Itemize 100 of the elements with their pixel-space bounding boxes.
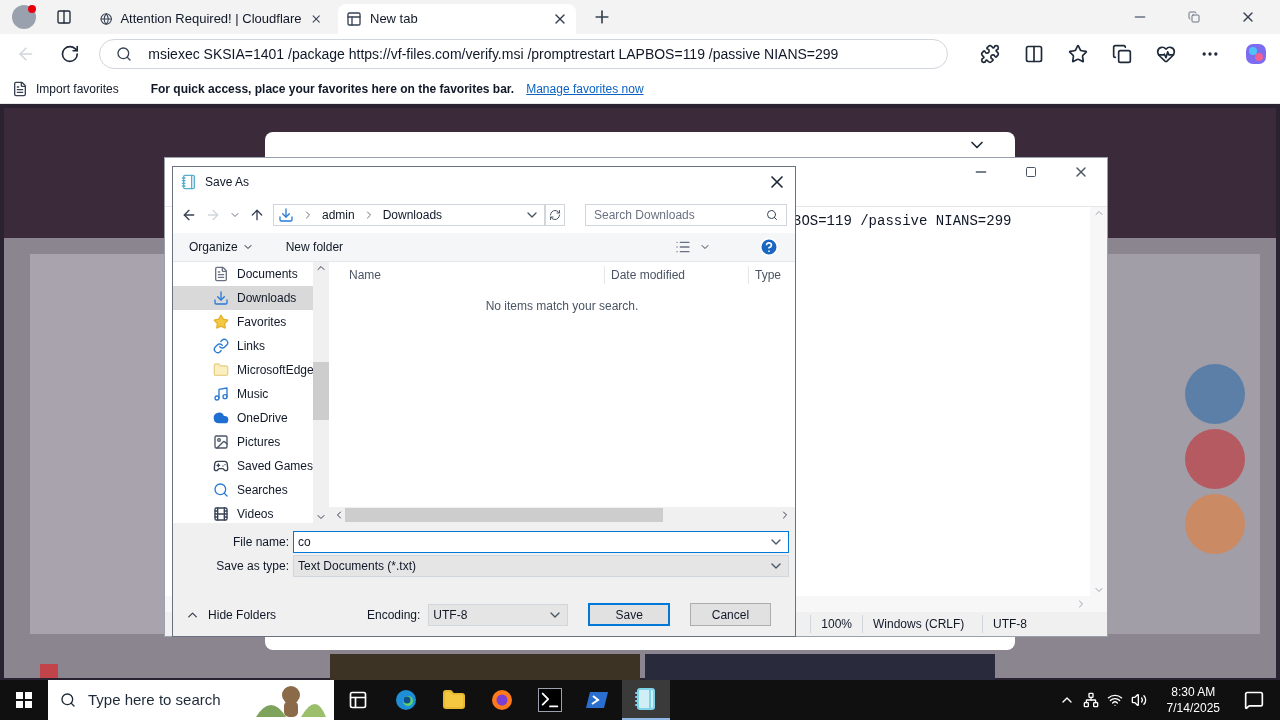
save-button[interactable]: Save [588, 603, 670, 626]
collections-icon[interactable] [1112, 44, 1132, 64]
folder-tree-item[interactable]: Favorites [173, 310, 313, 334]
horizontal-scrollbar[interactable] [329, 507, 795, 523]
folder-icon [442, 688, 466, 712]
new-tab-icon [346, 11, 362, 27]
tab-actions-icon[interactable] [56, 9, 72, 25]
wifi-icon[interactable] [1106, 692, 1123, 708]
scroll-thumb[interactable] [313, 362, 329, 420]
clock[interactable]: 8:30 AM 7/14/2025 [1158, 684, 1228, 716]
column-header[interactable]: Name [329, 266, 605, 284]
folder-tree-item[interactable]: OneDrive [173, 406, 313, 430]
volume-icon[interactable] [1130, 692, 1147, 708]
image-icon [213, 434, 229, 450]
search-placeholder: Search Downloads [594, 207, 696, 224]
task-view-icon [348, 690, 368, 710]
encoding-label: Encoding: [366, 606, 421, 624]
cancel-button[interactable]: Cancel [689, 603, 771, 626]
file-type-label: Save as type: [215, 558, 290, 575]
file-name-label: File name: [231, 534, 290, 551]
folder-tree-item[interactable]: Searches [173, 478, 313, 502]
editor-text: 3OS=119 /passive NIANS=299 [793, 213, 1012, 229]
folder-tree-item[interactable]: Documents [173, 262, 313, 286]
globe-icon [100, 11, 113, 27]
organize-button[interactable]: Organize [189, 238, 254, 256]
notifications-icon[interactable] [1244, 690, 1264, 710]
browser-logo-icon [394, 688, 418, 712]
browser-tab[interactable]: Attention Required! | Cloudflare [92, 4, 330, 34]
taskbar-search-field[interactable]: Type here to search [48, 680, 334, 720]
profile-avatar[interactable] [12, 5, 36, 29]
import-icon [12, 80, 28, 97]
maximize-icon[interactable] [1025, 166, 1037, 178]
reload-icon[interactable] [59, 44, 80, 64]
browser-tab[interactable]: New tab [338, 4, 576, 34]
fox-globe-icon [490, 688, 514, 712]
heart-pulse-icon[interactable] [1156, 44, 1176, 64]
status-text: 100% [810, 615, 862, 633]
refresh-button[interactable] [545, 204, 565, 226]
search-field[interactable]: Search Downloads [585, 204, 787, 226]
search-highlight-drawing [256, 683, 326, 717]
download-icon [278, 207, 294, 223]
column-header[interactable]: Type [749, 266, 781, 284]
column-header[interactable]: Date modified [605, 266, 749, 284]
link-icon [213, 338, 229, 354]
file-type-dropdown[interactable]: Text Documents (*.txt) [293, 555, 789, 577]
manage-favorites-link[interactable]: Manage favorites now [526, 79, 644, 98]
encoding-dropdown[interactable]: UTF-8 [428, 603, 569, 626]
copilot-logo-icon[interactable] [1244, 42, 1268, 66]
file-name-field[interactable]: co [293, 531, 789, 553]
tab-title: New tab [370, 10, 419, 29]
search-placeholder: Type here to search [88, 689, 221, 710]
windows-logo-icon [16, 692, 32, 708]
music-icon [213, 386, 229, 402]
new-folder-button[interactable]: New folder [285, 238, 344, 256]
breadcrumb-item[interactable]: admin [322, 206, 355, 224]
up-icon[interactable] [249, 207, 265, 223]
folder-tree-item[interactable]: MicrosoftEdge [173, 358, 313, 382]
scroll-thumb[interactable] [345, 508, 663, 522]
favorites-icon[interactable] [1068, 44, 1088, 64]
help-icon[interactable] [759, 237, 779, 257]
path-bar[interactable]: admin Downloads [273, 204, 545, 226]
refresh-icon [549, 209, 561, 221]
terminal-icon [538, 688, 562, 712]
file-name-value: co [298, 534, 312, 551]
cloud-icon [213, 410, 229, 426]
dialog-title: Save As [205, 174, 251, 191]
search-icon [213, 482, 229, 498]
notepad-icon [181, 174, 197, 190]
file-type-value: Text Documents (*.txt) [298, 558, 418, 575]
favorites-hint: For quick access, place your favorites here on the favorites bar. [150, 80, 515, 98]
extensions-icon[interactable] [980, 44, 1000, 64]
star-icon [213, 314, 229, 330]
document-icon [213, 266, 229, 282]
search-icon [116, 46, 133, 62]
tree-scrollbar[interactable] [313, 262, 329, 523]
split-screen-icon[interactable] [1024, 44, 1044, 64]
taskbar-app-button[interactable] [622, 680, 670, 720]
hide-folders-button[interactable]: Hide Folders [208, 605, 359, 624]
import-favorites-button[interactable]: Import favorites [36, 79, 119, 98]
folder-icon [213, 362, 229, 378]
download-icon [213, 290, 229, 306]
gamepad-icon [213, 458, 229, 474]
folder-tree-item[interactable]: Pictures [173, 430, 313, 454]
folder-tree-item[interactable]: Downloads [173, 286, 313, 310]
search-icon [60, 692, 76, 708]
folder-tree-item[interactable]: Saved Games [173, 454, 313, 478]
folder-tree-item[interactable]: Links [173, 334, 313, 358]
encoding-value: UTF-8 [433, 606, 469, 624]
restore-icon[interactable] [1188, 11, 1200, 23]
notepad-icon [634, 687, 658, 711]
back-icon[interactable] [181, 207, 197, 223]
folder-tree-item[interactable]: Music [173, 382, 313, 406]
status-text: UTF-8 [982, 615, 1037, 633]
search-icon [766, 209, 778, 221]
breadcrumb-item[interactable]: Downloads [382, 206, 443, 224]
folder-tree-item[interactable]: Videos [173, 502, 313, 523]
status-text: Windows (CRLF) [862, 615, 982, 633]
tab-title: Attention Required! | Cloudflare [120, 10, 302, 29]
network-icon[interactable] [1082, 692, 1099, 708]
view-options-icon[interactable] [675, 239, 691, 255]
